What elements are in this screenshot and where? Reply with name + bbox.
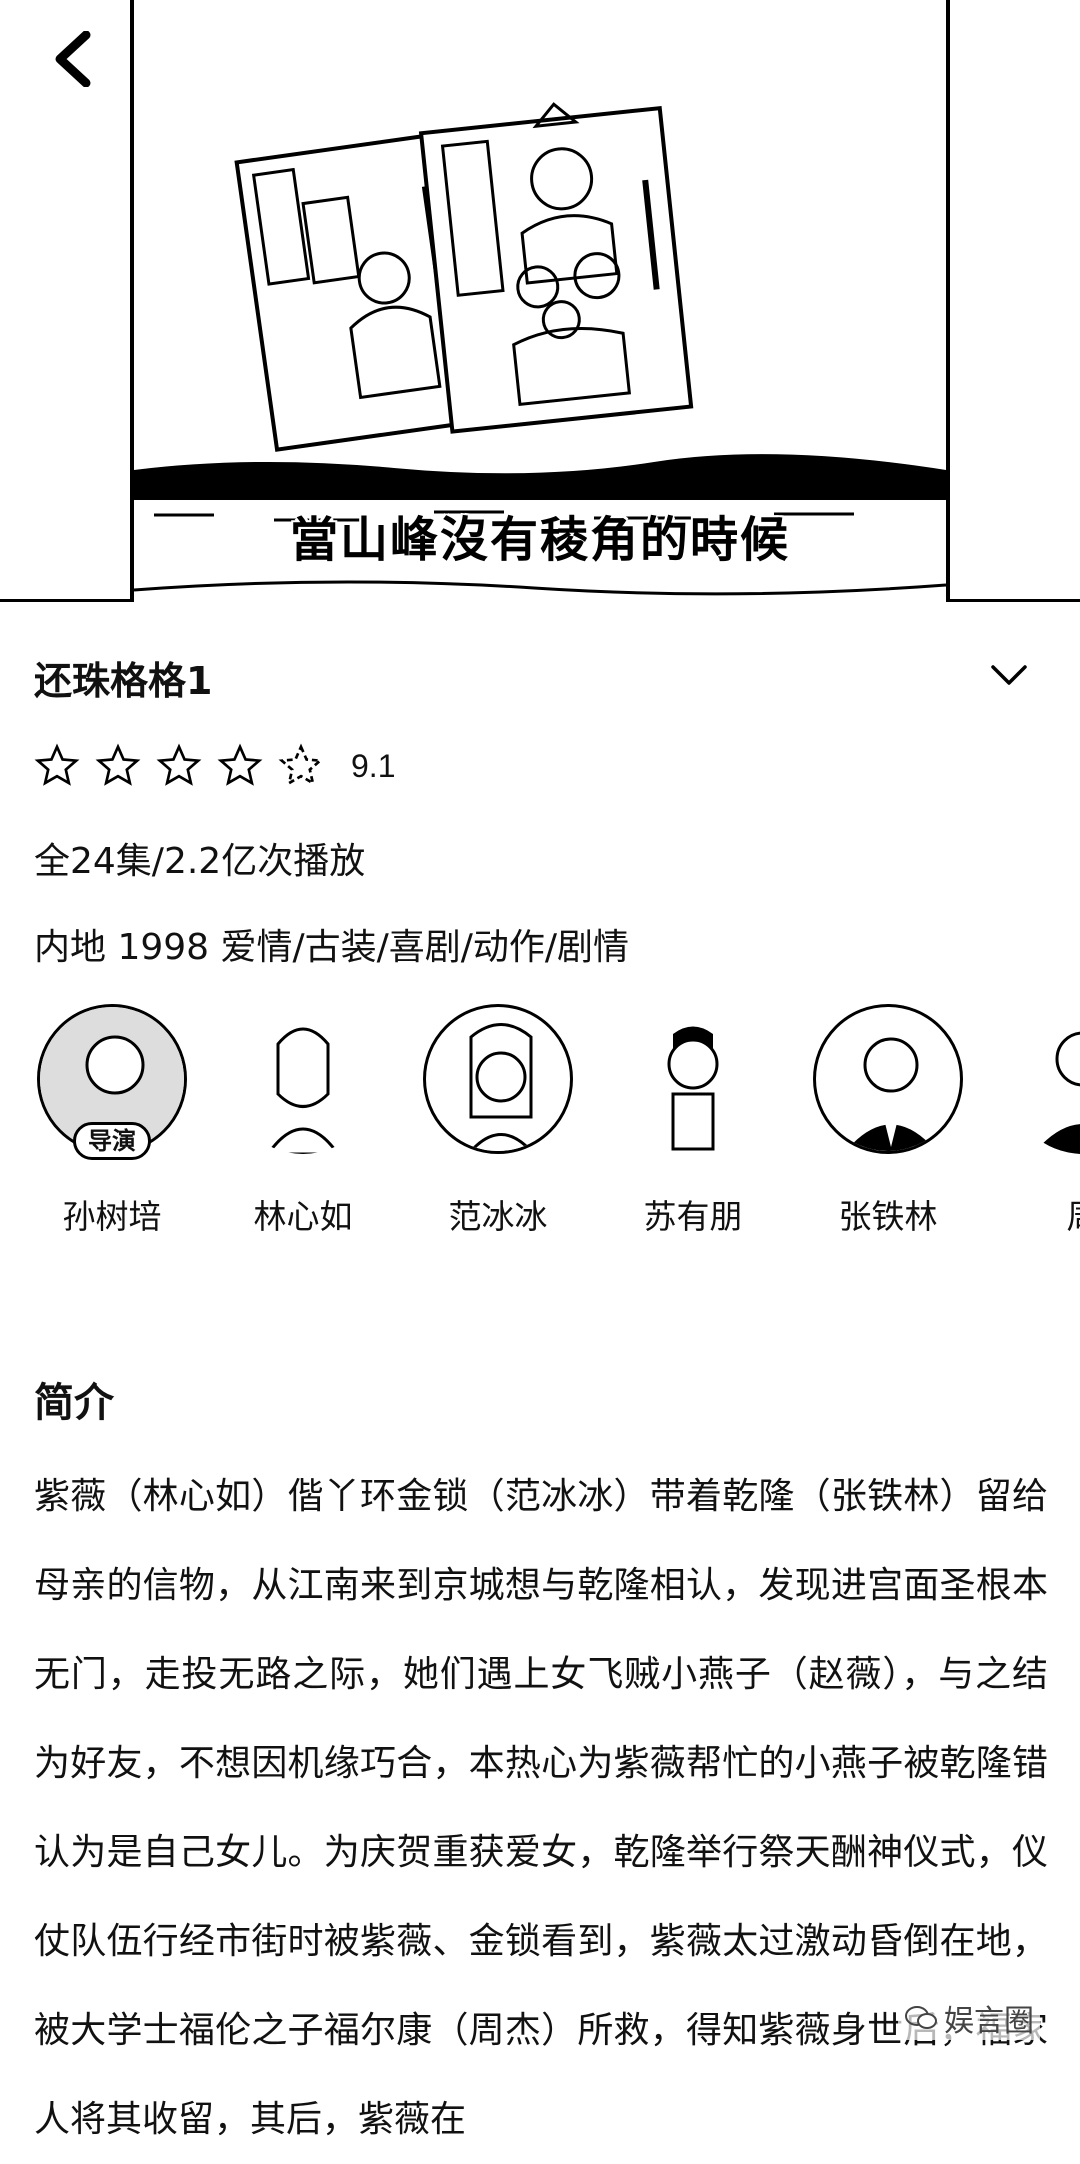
cast-name: 范冰冰 xyxy=(448,1197,548,1236)
avatar xyxy=(1008,1004,1080,1154)
cast-item[interactable]: 范冰冰 xyxy=(403,1004,593,1238)
wechat-icon xyxy=(905,2006,937,2029)
star-half-icon xyxy=(278,743,324,786)
director-badge: 导演 xyxy=(73,1122,151,1160)
cast-name: 苏有朋 xyxy=(643,1197,743,1236)
region-year-genres: 内地 1998 爱情/古装/喜剧/动作/剧情 xyxy=(34,927,630,968)
cast-item[interactable]: 周 xyxy=(988,1004,1080,1238)
star-full-icon xyxy=(217,743,263,786)
synopsis-text: 紫薇（林心如）偕丫环金锁（范冰冰）带着乾隆（张铁林）留给母亲的信物，从江南来到京… xyxy=(34,1476,1048,2140)
cast-item[interactable]: 林心如 xyxy=(208,1004,398,1238)
avatar xyxy=(228,1004,378,1154)
avatar xyxy=(813,1004,963,1154)
video-frame: 當山峰沒有稜角的時候 xyxy=(130,0,950,602)
cast-item[interactable]: 苏有朋 xyxy=(598,1004,788,1238)
cast-item-director[interactable]: 导演 孙树培 xyxy=(17,1004,207,1238)
cast-name: 林心如 xyxy=(253,1197,353,1236)
avatar xyxy=(423,1004,573,1154)
rating: 9.1 xyxy=(34,738,395,794)
star-full-icon xyxy=(34,743,80,786)
chevron-down-icon xyxy=(991,665,1027,685)
episodes-and-plays: 全24集/2.2亿次播放 xyxy=(34,841,366,882)
avatar xyxy=(618,1004,768,1154)
rating-score: 9.1 xyxy=(351,747,396,784)
cast-item[interactable]: 张铁林 xyxy=(793,1004,983,1238)
cast-name: 张铁林 xyxy=(838,1197,938,1236)
video-subtitle: 當山峰沒有稜角的時候 xyxy=(289,512,790,568)
star-full-icon xyxy=(95,743,141,786)
show-title: 还珠格格1 xyxy=(34,659,213,703)
title-row: 还珠格格1 xyxy=(34,640,1044,710)
watermark-text: 娱言圈 xyxy=(944,2004,1034,2039)
chevron-left-icon xyxy=(55,31,91,87)
star-full-icon xyxy=(156,743,202,786)
cast-list[interactable]: 导演 孙树培 林心如 范冰冰 苏有朋 张铁林 xyxy=(0,1004,1080,1244)
cast-name: 孙树培 xyxy=(62,1197,162,1236)
expand-details-button[interactable] xyxy=(974,640,1044,710)
synopsis-heading: 简介 xyxy=(34,1380,114,1426)
watermark: 娱言圈 xyxy=(898,1996,1040,2040)
video-player[interactable]: 當山峰沒有稜角的時候 xyxy=(0,0,1080,602)
back-button[interactable] xyxy=(40,24,104,94)
cast-name: 周 xyxy=(988,1190,1080,1238)
